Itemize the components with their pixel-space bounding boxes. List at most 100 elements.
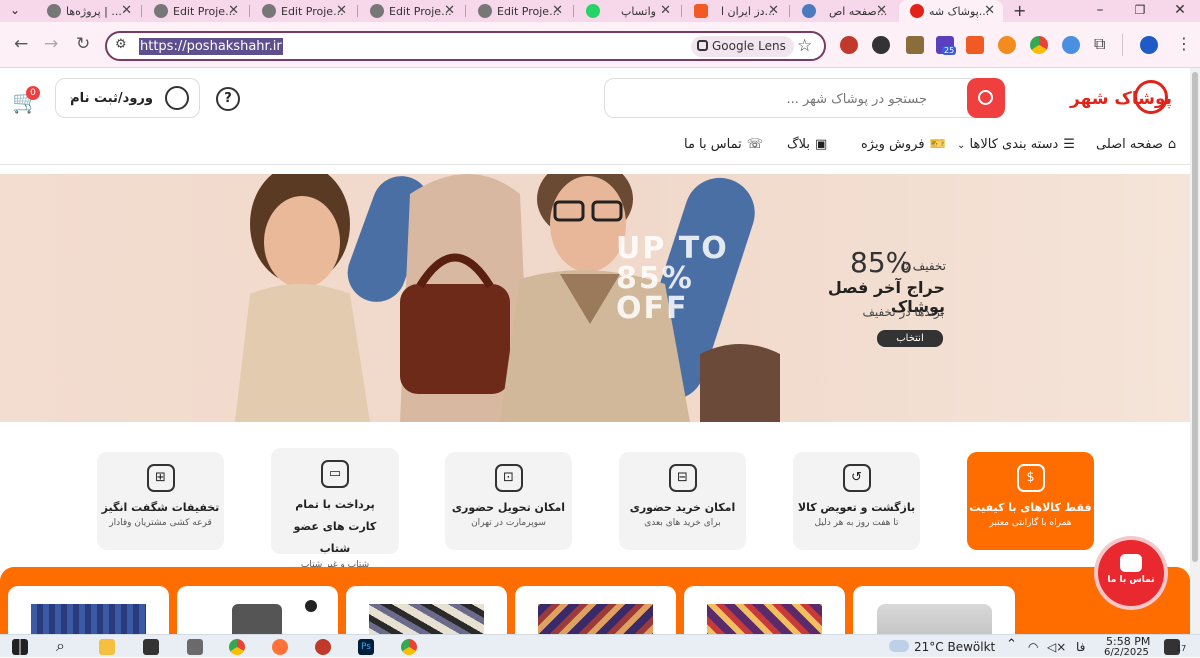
language-indicator[interactable]: فا xyxy=(1076,640,1085,654)
browser-tab[interactable]: Edit Proje... ✕ xyxy=(467,0,571,22)
browser-tab[interactable]: پروژه‌ها | ... ✕ xyxy=(36,0,140,22)
tab-title: Edit Proje... xyxy=(389,4,452,18)
browser-tab[interactable]: Edit Proje... ✕ xyxy=(143,0,247,22)
login-register-button[interactable]: ⌄ ورود/ثبت نام xyxy=(55,78,200,118)
browser-tab-strip: ⌄ پروژه‌ها | ... ✕ Edit Proje... ✕ Edit … xyxy=(0,0,1200,22)
site-icon xyxy=(694,4,708,18)
close-icon[interactable]: ✕ xyxy=(336,3,347,18)
search-input[interactable]: جستجو در پوشاک شهر ... xyxy=(786,92,927,107)
chevron-up-icon[interactable]: ⌃ xyxy=(1006,637,1017,652)
new-tab-button[interactable]: + xyxy=(1013,1,1026,20)
tab-title: دز ایران ا... xyxy=(721,4,776,18)
close-icon[interactable]: ✕ xyxy=(228,3,239,18)
browser-tab[interactable]: دز ایران ا... ✕ xyxy=(683,0,787,22)
minimize-button[interactable]: – xyxy=(1080,0,1120,22)
browser-tab[interactable]: صفحه اص... ✕ xyxy=(791,0,895,22)
store-icon[interactable] xyxy=(187,639,203,655)
windows-start-icon[interactable] xyxy=(12,639,28,655)
site-info-icon[interactable]: ⚙ xyxy=(115,37,127,52)
product-card[interactable] xyxy=(346,586,507,634)
extension-icon[interactable] xyxy=(840,36,858,54)
close-icon[interactable]: ✕ xyxy=(768,3,779,18)
nav-special-sale[interactable]: 🎫 فروش ویژه xyxy=(861,137,946,152)
extension-icon[interactable] xyxy=(1062,36,1080,54)
firefox-icon[interactable] xyxy=(272,639,288,655)
tab-title: Edit Proje... xyxy=(173,4,236,18)
hero-banner[interactable]: UP TO 85% OFF تخفیف تا 85% حراج آخر فصل … xyxy=(0,174,1190,422)
extension-icon[interactable] xyxy=(906,36,924,54)
feature-title: بازگشت و تعویض کالا xyxy=(797,501,916,514)
clock-date[interactable]: 6/2/2025 xyxy=(1104,647,1149,658)
close-icon[interactable]: ✕ xyxy=(876,3,887,18)
chrome-icon[interactable] xyxy=(229,639,245,655)
browser-tab[interactable]: Edit Proje... ✕ xyxy=(251,0,355,22)
nav-home-label: صفحه اصلی xyxy=(1096,137,1163,152)
feature-discounts: ⊞ تخفیفات شگفت انگیز قرعه کشی مشتریان وف… xyxy=(97,452,224,550)
close-window-button[interactable]: ✕ xyxy=(1160,0,1200,22)
browser-menu-icon[interactable]: ⋮ xyxy=(1176,34,1192,53)
close-icon[interactable]: ✕ xyxy=(660,3,671,18)
tab-search-chevron-icon[interactable]: ⌄ xyxy=(10,3,20,17)
profile-avatar[interactable] xyxy=(1140,36,1158,54)
search-button[interactable] xyxy=(967,78,1005,118)
extension-icon[interactable] xyxy=(872,36,890,54)
search-icon[interactable]: ⌕ xyxy=(56,636,65,656)
restore-button[interactable]: ❐ xyxy=(1120,0,1160,22)
contact-us-floating-button[interactable]: تماس با ما xyxy=(1098,540,1164,606)
volume-muted-icon[interactable]: ◁× xyxy=(1047,640,1066,654)
cloud-icon[interactable] xyxy=(889,640,909,652)
product-card[interactable] xyxy=(8,586,169,634)
product-card[interactable] xyxy=(177,586,338,634)
nav-categories-label: دسته بندی کالاها xyxy=(969,137,1059,152)
wifi-icon[interactable]: ◠ xyxy=(1028,640,1038,654)
lens-icon xyxy=(697,40,708,51)
close-icon[interactable]: ✕ xyxy=(984,3,995,18)
chrome-icon[interactable] xyxy=(401,639,417,655)
nav-contact[interactable]: ☏ تماس با ما xyxy=(684,137,763,152)
photoshop-icon[interactable]: Ps xyxy=(358,639,374,655)
product-card[interactable] xyxy=(853,586,1015,634)
scrollbar-thumb[interactable] xyxy=(1192,72,1198,562)
feature-title: امکان تحویل حضوری xyxy=(451,501,566,514)
nav-contact-label: تماس با ما xyxy=(684,137,742,152)
promo-discount-value: 85% xyxy=(850,246,913,279)
forward-button[interactable]: → xyxy=(44,34,58,54)
nav-home[interactable]: ⌂ صفحه اصلی xyxy=(1096,137,1176,152)
search-box[interactable]: جستجو در پوشاک شهر ... xyxy=(604,78,1005,118)
tab-separator xyxy=(681,5,682,17)
feature-subtitle: سوپرمارت در تهران xyxy=(471,518,546,528)
google-lens-button[interactable]: Google Lens xyxy=(691,36,794,57)
close-icon[interactable]: ✕ xyxy=(121,3,132,18)
product-image xyxy=(877,604,992,634)
browser-tab[interactable]: واتساپ ✕ xyxy=(575,0,679,22)
feature-quality: $ فقط کالاهای با کیفیت همراه با گارانتی … xyxy=(967,452,1094,550)
site-logo-text[interactable]: پوشاک شهر xyxy=(1070,89,1172,109)
close-icon[interactable]: ✕ xyxy=(444,3,455,18)
browser-tab-active[interactable]: پوشاک شه... ✕ xyxy=(899,0,1003,22)
url-text[interactable]: https://poshakshahr.ir xyxy=(139,38,283,55)
tab-title: پروژه‌ها | ... xyxy=(66,4,122,18)
browser-tab[interactable]: Edit Proje... ✕ xyxy=(359,0,463,22)
reload-button[interactable]: ↻ xyxy=(76,34,90,54)
address-bar[interactable]: ⚙ https://poshakshahr.ir Google Lens ☆ xyxy=(105,31,826,61)
promo-select-button[interactable]: انتخاب xyxy=(877,330,943,347)
help-button[interactable]: ? xyxy=(216,87,240,111)
mail-icon[interactable] xyxy=(143,639,159,655)
chat-bubble-icon xyxy=(1120,554,1142,572)
lens-label: Google Lens xyxy=(712,39,786,53)
nav-blog[interactable]: ▣ بلاگ xyxy=(787,137,827,152)
extension-icon[interactable] xyxy=(1030,36,1048,54)
close-icon[interactable]: ✕ xyxy=(552,3,563,18)
nav-categories[interactable]: ☰ دسته بندی کالاها ⌄ xyxy=(957,137,1075,152)
extension-icon[interactable] xyxy=(998,36,1016,54)
bookmark-star-icon[interactable]: ☆ xyxy=(797,36,812,56)
back-button[interactable]: ← xyxy=(14,34,28,54)
web-page: پوشاک شهر جستجو در پوشاک شهر ... ? ⌄ ورو… xyxy=(0,68,1190,634)
product-card[interactable] xyxy=(684,586,845,634)
extensions-puzzle-icon[interactable]: ⧉ xyxy=(1094,34,1105,54)
product-card[interactable] xyxy=(515,586,676,634)
app-icon[interactable] xyxy=(315,639,331,655)
extension-icon[interactable] xyxy=(966,36,984,54)
weather-text[interactable]: 21°C Bewölkt xyxy=(914,640,995,654)
file-explorer-icon[interactable] xyxy=(99,639,115,655)
